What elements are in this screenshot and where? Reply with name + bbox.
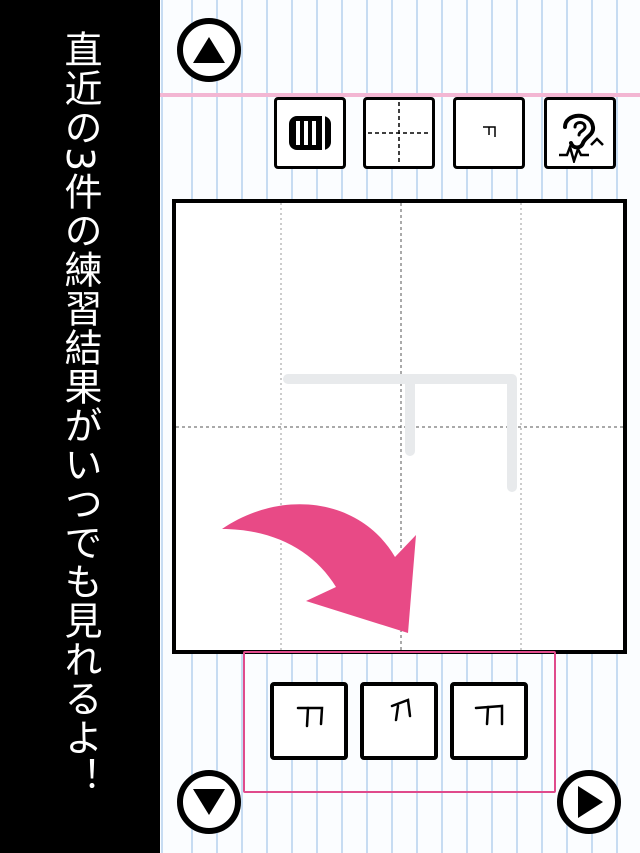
grid-icon <box>368 102 430 164</box>
recent-result-card[interactable] <box>450 682 528 760</box>
next-button[interactable] <box>557 770 621 834</box>
history-icon <box>289 116 331 150</box>
down-triangle-icon <box>193 789 225 815</box>
handwritten-result <box>390 698 412 722</box>
recent-result-card[interactable] <box>270 682 348 760</box>
handwritten-result <box>296 706 324 728</box>
ear-sound-icon <box>559 113 604 163</box>
pointer-arrow <box>222 504 416 633</box>
up-triangle-icon <box>193 37 225 63</box>
banner-caption: 直近の3件の練習結果がいつでも見れるよ！ <box>58 30 102 797</box>
model-character-button[interactable] <box>453 97 525 169</box>
grid-guide-button[interactable] <box>363 97 435 169</box>
history-button[interactable] <box>274 97 346 169</box>
listen-button[interactable] <box>544 97 616 169</box>
scroll-down-button[interactable] <box>177 770 241 834</box>
scroll-up-button[interactable] <box>177 18 241 82</box>
handwritten-result <box>474 704 504 726</box>
recent-result-card[interactable] <box>360 682 438 760</box>
character-preview-icon <box>483 126 496 137</box>
play-right-icon <box>578 786 603 818</box>
side-banner: 直近の3件の練習結果がいつでも見れるよ！ <box>0 0 160 853</box>
